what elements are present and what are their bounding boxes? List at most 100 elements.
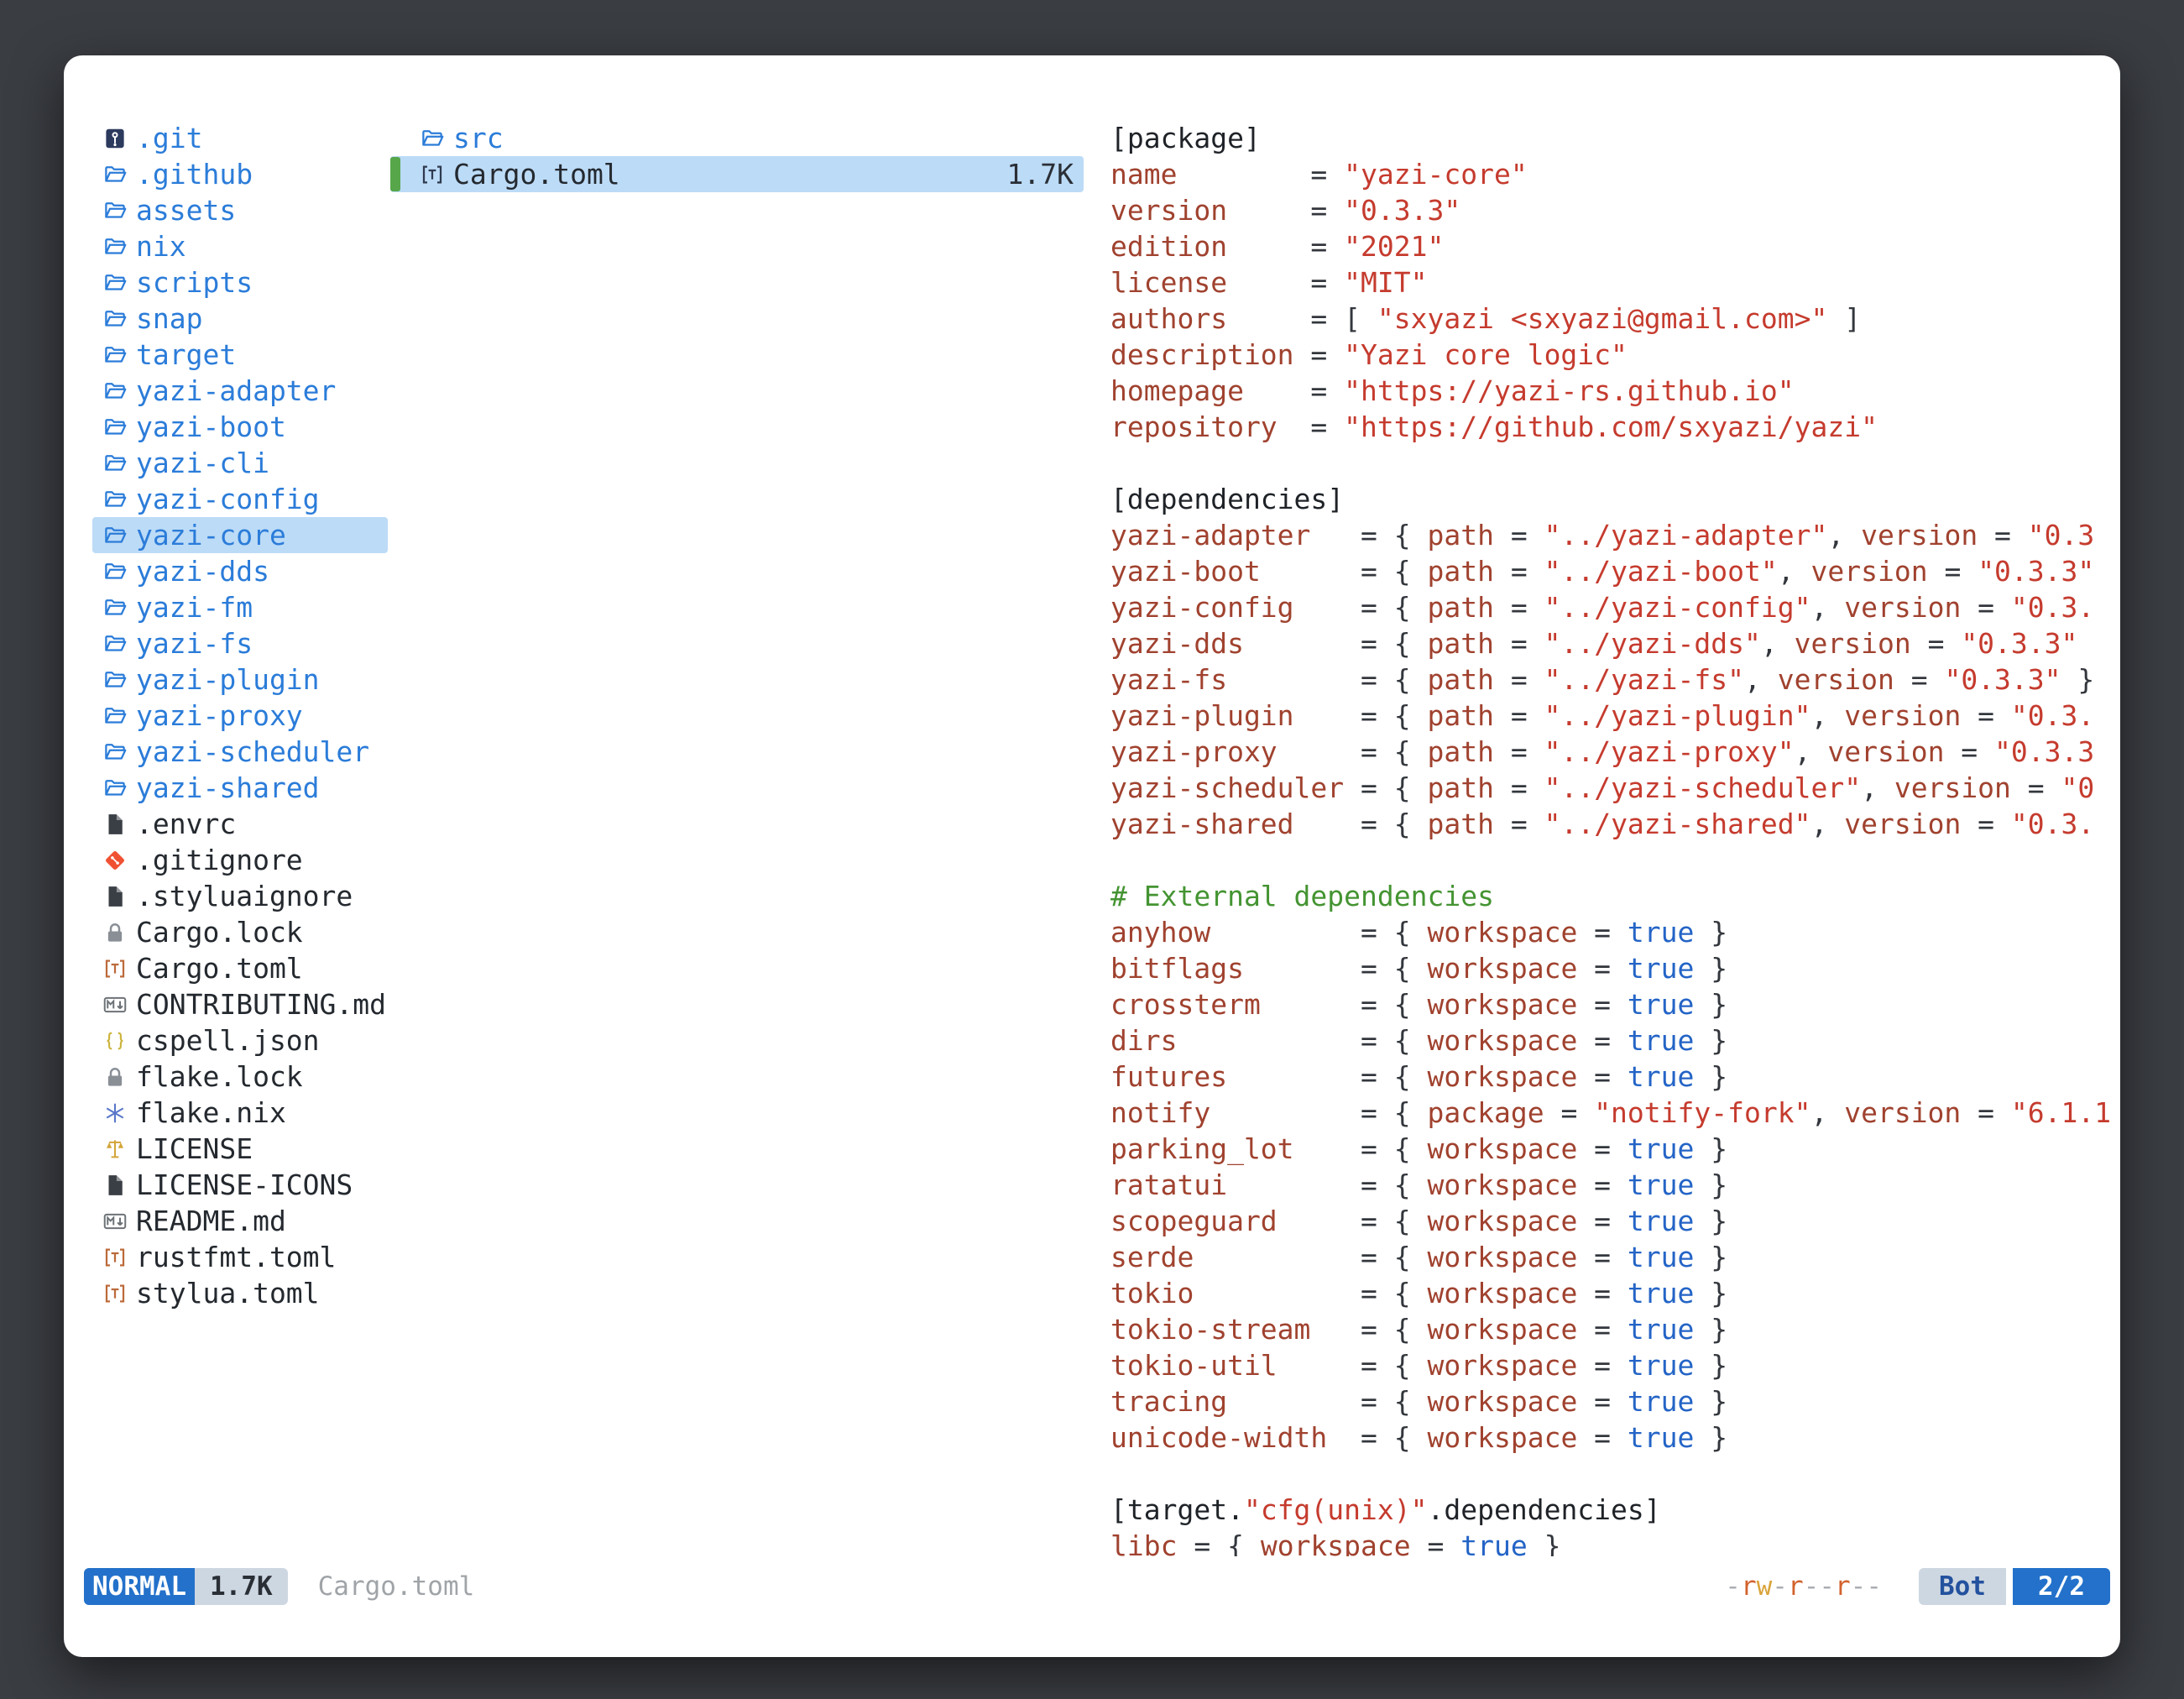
preview-line: license = "MIT" [1110,264,2117,301]
preview-line: notify = { package = "notify-fork", vers… [1110,1095,2117,1131]
file-row[interactable]: LICENSE [92,1131,388,1167]
preview-line: yazi-fs = { path = "../yazi-fs", version… [1110,661,2117,698]
file-row[interactable]: rustfmt.toml [92,1239,388,1275]
permissions-text: -rw-r--r-- [1725,1571,1882,1602]
markdown-icon [102,1209,136,1234]
folder-open-icon [102,198,136,223]
file-name: yazi-dds [136,555,269,588]
file-name: yazi-cli [136,447,269,479]
file-row[interactable]: cspell.json [92,1022,388,1059]
file-name: flake.lock [136,1060,303,1093]
preview-line: [package] [1110,120,2117,156]
folder-open-icon [102,379,136,404]
folder-open-icon [420,126,453,151]
file-row[interactable]: nix [92,228,388,264]
file-row[interactable]: yazi-shared [92,770,388,806]
file-size-badge: 1.7K [195,1568,288,1605]
file-name: src [453,122,504,154]
preview-line: yazi-dds = { path = "../yazi-dds", versi… [1110,625,2117,661]
scroll-position-badge: Bot [1919,1568,2006,1605]
file-row[interactable]: LICENSE-ICONS [92,1167,388,1203]
preview-line [1110,445,2117,481]
preview-line: tokio-util = { workspace = true } [1110,1347,2117,1383]
file-preview-pane: [package]name = "yazi-core"version = "0.… [1110,120,2117,1556]
file-row[interactable]: .styluaignore [92,878,388,914]
file-name: .git [136,122,202,154]
folder-open-icon [102,162,136,187]
desktop-background: .git.githubassetsnixscriptssnaptargetyaz… [0,0,2184,1699]
preview-line: [dependencies] [1110,481,2117,517]
file-row[interactable]: .git [92,120,388,156]
toml-icon [102,1281,136,1306]
preview-line: yazi-shared = { path = "../yazi-shared",… [1110,806,2117,842]
file-icon [102,812,136,837]
file-name: snap [136,302,202,335]
file-name: scripts [136,266,253,299]
preview-line: yazi-config = { path = "../yazi-config",… [1110,589,2117,625]
file-name: stylua.toml [136,1277,320,1310]
file-row[interactable]: src [390,120,1084,156]
file-row[interactable]: Cargo.toml1.7K [390,156,1084,192]
file-row[interactable]: .github [92,156,388,192]
folder-open-icon [102,487,136,512]
file-row[interactable]: yazi-proxy [92,698,388,734]
file-name: rustfmt.toml [136,1241,336,1273]
file-row[interactable]: yazi-fs [92,625,388,661]
file-row[interactable]: yazi-cli [92,445,388,481]
file-row[interactable]: yazi-config [92,481,388,517]
file-row[interactable]: yazi-plugin [92,661,388,698]
file-row[interactable]: assets [92,192,388,228]
folder-open-icon [102,306,136,332]
folder-open-icon [102,234,136,259]
mode-badge: NORMAL [84,1568,195,1605]
file-row[interactable]: snap [92,301,388,337]
file-row[interactable]: yazi-boot [92,409,388,445]
file-row[interactable]: stylua.toml [92,1275,388,1311]
file-row[interactable]: flake.lock [92,1059,388,1095]
folder-open-icon [102,776,136,801]
file-row[interactable]: yazi-adapter [92,373,388,409]
file-name: Cargo.toml [136,952,303,985]
preview-line: anyhow = { workspace = true } [1110,914,2117,950]
preview-line: homepage = "https://yazi-rs.github.io" [1110,373,2117,409]
preview-line: serde = { workspace = true } [1110,1239,2117,1275]
file-row[interactable]: target [92,337,388,373]
file-row[interactable]: .gitignore [92,842,388,878]
folder-open-icon [102,415,136,440]
file-name: cspell.json [136,1024,320,1057]
file-row[interactable]: Cargo.toml [92,950,388,986]
markdown-icon [102,992,136,1017]
preview-line: bitflags = { workspace = true } [1110,950,2117,986]
file-row[interactable]: CONTRIBUTING.md [92,986,388,1022]
file-row[interactable]: yazi-fm [92,589,388,625]
file-count-badge: 2/2 [2013,1568,2110,1605]
file-name: yazi-adapter [136,374,336,407]
preview-line: crossterm = { workspace = true } [1110,986,2117,1022]
file-row[interactable]: yazi-scheduler [92,734,388,770]
file-row[interactable]: Cargo.lock [92,914,388,950]
file-row[interactable]: flake.nix [92,1095,388,1131]
preview-line: futures = { workspace = true } [1110,1059,2117,1095]
file-name: LICENSE [136,1132,253,1165]
file-row[interactable]: .envrc [92,806,388,842]
folder-open-icon [102,703,136,729]
toml-icon [420,162,453,187]
file-row[interactable]: scripts [92,264,388,301]
preview-line: [target."cfg(unix)".dependencies] [1110,1492,2117,1528]
preview-line: yazi-scheduler = { path = "../yazi-sched… [1110,770,2117,806]
file-name: Cargo.toml [453,158,620,191]
file-name: assets [136,194,236,227]
file-name: CONTRIBUTING.md [136,988,386,1021]
preview-line: name = "yazi-core" [1110,156,2117,192]
file-row[interactable]: yazi-core [92,517,388,553]
preview-line: tracing = { workspace = true } [1110,1383,2117,1419]
folder-open-icon [102,270,136,295]
toml-icon [102,956,136,981]
file-row[interactable]: yazi-dds [92,553,388,589]
preview-line: yazi-proxy = { path = "../yazi-proxy", v… [1110,734,2117,770]
file-row[interactable]: README.md [92,1203,388,1239]
file-name: .gitignore [136,844,303,876]
file-name: yazi-config [136,483,320,515]
file-name: flake.nix [136,1096,286,1129]
preview-line: dirs = { workspace = true } [1110,1022,2117,1059]
